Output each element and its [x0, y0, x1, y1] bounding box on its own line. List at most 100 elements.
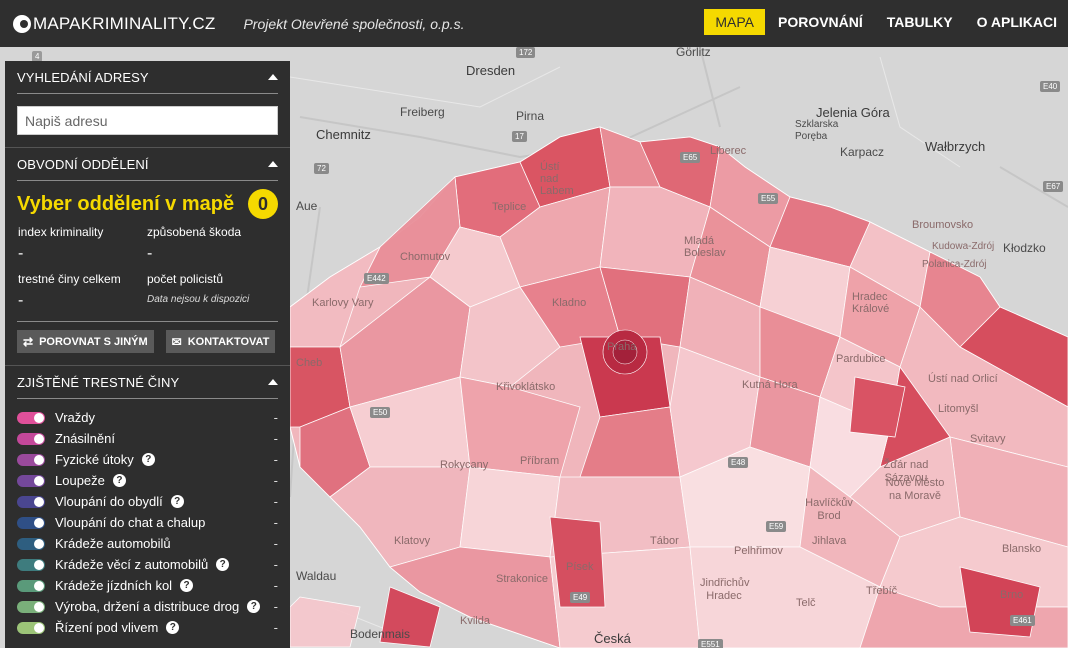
envelope-icon: ✉: [171, 334, 182, 349]
crime-toggle-switch[interactable]: [17, 621, 45, 634]
road-shield: E65: [680, 152, 701, 163]
compare-icon: ⇄: [23, 334, 34, 349]
road-shield: 172: [516, 47, 536, 58]
crimes-section-header[interactable]: ZJIŠTĚNÉ TRESTNÉ ČINY: [5, 366, 290, 398]
crime-type-row[interactable]: Výroba, držení a distribuce drog? -: [17, 596, 278, 617]
crime-toggle-switch[interactable]: [17, 495, 45, 508]
crime-toggle-switch[interactable]: [17, 411, 45, 424]
help-icon[interactable]: ?: [112, 474, 126, 487]
compare-button[interactable]: ⇄ POROVNAT S JINÝM: [17, 330, 154, 353]
crime-type-row[interactable]: Vraždy -: [17, 407, 278, 428]
road-shield: E59: [766, 521, 787, 532]
address-section-header[interactable]: VYHLEDÁNÍ ADRESY: [5, 61, 290, 93]
district-actions: ⇄ POROVNAT S JINÝM ✉ KONTAKTOVAT: [5, 322, 290, 365]
map-label-bodenmais: Bodenmais: [350, 627, 411, 641]
contact-button-label: KONTAKTOVAT: [187, 335, 270, 348]
map-label-nove-mesto: Nové Město na Moravě: [885, 477, 945, 502]
crime-type-left: Znásilnění: [17, 431, 115, 446]
crime-toggle-switch[interactable]: [17, 537, 45, 550]
road-shield: E55: [758, 193, 779, 204]
map-label-blansko: Blansko: [1002, 543, 1042, 555]
help-icon[interactable]: ?: [247, 600, 261, 613]
help-icon[interactable]: ?: [166, 621, 180, 634]
crime-type-row[interactable]: Vloupání do obydlí? -: [17, 491, 278, 512]
road-shield: E48: [728, 457, 749, 468]
help-icon[interactable]: ?: [180, 579, 194, 592]
crime-type-label: Vraždy: [55, 410, 95, 425]
stat-value: -: [18, 245, 24, 262]
crime-type-row[interactable]: Krádeže věcí z automobilů? -: [17, 554, 278, 575]
contact-button[interactable]: ✉ KONTAKTOVAT: [165, 330, 276, 353]
map-label-walbrzych: Wałbrzych: [925, 139, 986, 154]
help-icon[interactable]: ?: [141, 453, 155, 466]
crime-type-row[interactable]: Znásilnění -: [17, 428, 278, 449]
crime-type-row[interactable]: Krádeže automobilů -: [17, 533, 278, 554]
crime-type-row[interactable]: Vloupání do chat a chalup -: [17, 512, 278, 533]
address-search-input[interactable]: Napiš adresu: [17, 106, 278, 135]
crime-type-left: Řízení pod vlivem?: [17, 620, 180, 635]
stat-label: index kriminality: [18, 225, 104, 239]
stat-crime-index: index kriminality -: [18, 225, 147, 272]
crime-type-label: Řízení pod vlivem: [55, 620, 159, 635]
crime-type-row[interactable]: Řízení pod vlivem? -: [17, 617, 278, 638]
district-section-header[interactable]: OBVODNÍ ODDĚLENÍ: [5, 148, 290, 180]
road-shield: E50: [370, 407, 391, 418]
nav-item-mapa[interactable]: MAPA: [704, 9, 765, 35]
map-label-kutna-hora: Kutná Hora: [742, 379, 798, 391]
map-label-cheb: Cheb: [296, 357, 323, 369]
road-shield: 72: [314, 163, 329, 174]
collapse-caret-icon[interactable]: [268, 379, 278, 385]
crime-toggle-switch[interactable]: [17, 432, 45, 445]
crime-type-label: Loupeže: [55, 473, 105, 488]
compare-button-label: POROVNAT S JINÝM: [39, 335, 148, 348]
crime-type-row[interactable]: Fyzické útoky? -: [17, 449, 278, 470]
help-icon[interactable]: ?: [170, 495, 184, 508]
crime-toggle-switch[interactable]: [17, 558, 45, 571]
crime-toggle-switch[interactable]: [17, 600, 45, 613]
crime-type-label: Vloupání do chat a chalup: [55, 515, 206, 530]
stat-damage: způsobená škoda -: [147, 225, 287, 272]
crime-count-value: -: [273, 599, 278, 614]
map-label-mlada-boleslav: Mladá Boleslav: [684, 235, 726, 259]
nav-item-o-aplikaci[interactable]: O APLIKACI: [966, 9, 1068, 35]
map-label-kvilda: Kvilda: [460, 615, 490, 627]
collapse-caret-icon[interactable]: [268, 74, 278, 80]
crime-count-value: -: [273, 494, 278, 509]
crime-toggle-switch[interactable]: [17, 453, 45, 466]
map-label-hradec-kralove: Hradec Králové: [852, 291, 890, 315]
nav-item-tabulky[interactable]: TABULKY: [876, 9, 964, 35]
collapse-caret-icon[interactable]: [268, 161, 278, 167]
crime-count-value: -: [273, 452, 278, 467]
logo[interactable]: MAPAKRIMINALITY.CZ: [13, 14, 215, 34]
stat-value: -: [147, 245, 153, 262]
map-label-gorlitz: Görlitz: [676, 47, 711, 59]
crime-toggle-switch[interactable]: [17, 579, 45, 592]
map-label-klodzko: Kłodzko: [1003, 241, 1046, 255]
crime-count-value: -: [273, 620, 278, 635]
map-label-waldau: Waldau: [296, 569, 337, 583]
crime-toggle-switch[interactable]: [17, 474, 45, 487]
help-icon[interactable]: ?: [216, 558, 230, 571]
map-label-chemnitz: Chemnitz: [316, 127, 371, 142]
crime-type-label: Znásilnění: [55, 431, 115, 446]
map-label-jindrichuv-hradec: Jindřichův Hradec: [700, 577, 750, 602]
logo-text: MAPAKRIMINALITY.CZ: [33, 13, 216, 33]
map-label-rokycany: Rokycany: [440, 459, 489, 471]
map-label-pirna: Pirna: [516, 109, 545, 123]
nav-item-porovnani[interactable]: POROVNÁNÍ: [767, 9, 874, 35]
crime-toggle-switch[interactable]: [17, 516, 45, 529]
crime-type-row[interactable]: Loupeže? -: [17, 470, 278, 491]
crime-type-label: Vloupání do obydlí: [55, 494, 163, 509]
crime-type-row[interactable]: Krádeže jízdních kol? -: [17, 575, 278, 596]
crime-type-label: Krádeže automobilů: [55, 536, 171, 551]
map-label-litomysl: Litomyšl: [938, 403, 979, 415]
crime-count-value: -: [273, 410, 278, 425]
map-label-krivoklatsko: Křivoklátsko: [496, 381, 556, 393]
crime-type-left: Výroba, držení a distribuce drog?: [17, 599, 261, 614]
stat-total-crimes: trestné činy celkem -: [18, 272, 147, 319]
tagline[interactable]: Projekt Otevřené společnosti, o.p.s.: [243, 16, 464, 32]
map-label-praha: Praha: [607, 341, 637, 353]
stat-value: Data nejsou k dispozici: [147, 294, 250, 305]
map-label-svitavy: Svitavy: [970, 433, 1006, 445]
map-label-aue: Aue: [296, 199, 318, 213]
